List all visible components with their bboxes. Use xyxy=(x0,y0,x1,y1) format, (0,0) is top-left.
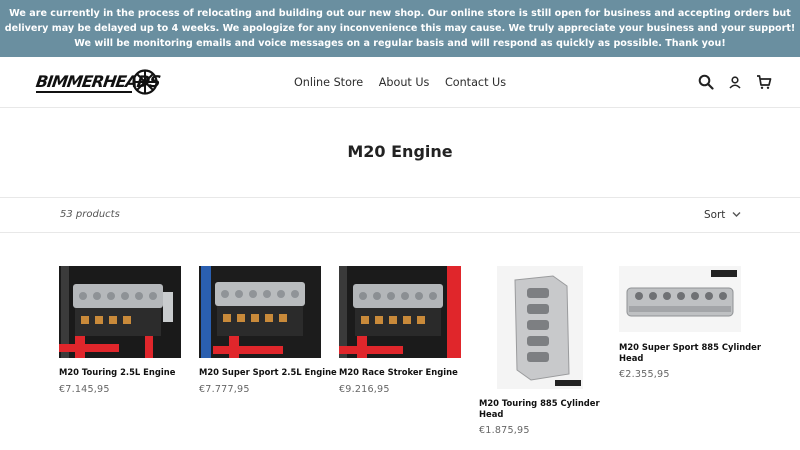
product-name[interactable]: M20 Touring 885 Cylinder Head xyxy=(479,398,600,420)
cart-icon[interactable] xyxy=(756,74,772,90)
sort-select[interactable]: Sort xyxy=(704,209,725,221)
product-name[interactable]: M20 Touring 2.5L Engine xyxy=(59,367,175,378)
product-price: €1.875,95 xyxy=(479,425,530,436)
announcement-bar: We are currently in the process of reloc… xyxy=(0,0,800,57)
product-image-engine[interactable] xyxy=(59,266,181,358)
chevron-down-icon[interactable] xyxy=(732,211,741,218)
nav-online-store[interactable]: Online Store xyxy=(294,76,363,89)
collection-toolbar: 53 products Sort xyxy=(0,197,800,233)
product-name[interactable]: M20 Super Sport 2.5L Engine xyxy=(199,367,337,378)
product-name-line: Head xyxy=(619,353,644,363)
product-price: €2.355,95 xyxy=(619,369,670,380)
collection-title: M20 Engine xyxy=(347,142,453,161)
product-image-engine[interactable] xyxy=(339,266,461,358)
product-name[interactable]: M20 Race Stroker Engine xyxy=(339,367,458,378)
nav-about-us[interactable]: About Us xyxy=(379,76,430,89)
announcement-line: We will be monitoring emails and voice m… xyxy=(74,38,726,49)
product-name-line: M20 Touring 885 Cylinder xyxy=(479,398,600,408)
product-name-line: Head xyxy=(479,409,504,419)
search-icon[interactable] xyxy=(698,74,714,90)
main-nav: Online Store About Us Contact Us xyxy=(0,76,800,89)
logo-underline xyxy=(36,91,132,93)
site-header: BIMMERHEADS Online Store About Us Contac… xyxy=(0,57,800,108)
nav-contact-us[interactable]: Contact Us xyxy=(445,76,506,89)
product-name[interactable]: M20 Super Sport 885 Cylinder Head xyxy=(619,342,761,364)
product-image-cylinder-head[interactable] xyxy=(619,266,741,332)
user-icon[interactable] xyxy=(727,74,743,90)
announcement-line: delivery may be delayed up to 4 weeks. W… xyxy=(4,23,796,34)
product-image-engine[interactable] xyxy=(199,266,321,358)
announcement-line: We are currently in the process of reloc… xyxy=(9,8,791,19)
product-price: €9.216,95 xyxy=(339,384,390,395)
product-count: 53 products xyxy=(60,209,120,220)
product-name-line: M20 Super Sport 885 Cylinder xyxy=(619,342,761,352)
product-image-cylinder-head[interactable] xyxy=(497,266,583,389)
product-price: €7.145,95 xyxy=(59,384,110,395)
product-price: €7.777,95 xyxy=(199,384,250,395)
